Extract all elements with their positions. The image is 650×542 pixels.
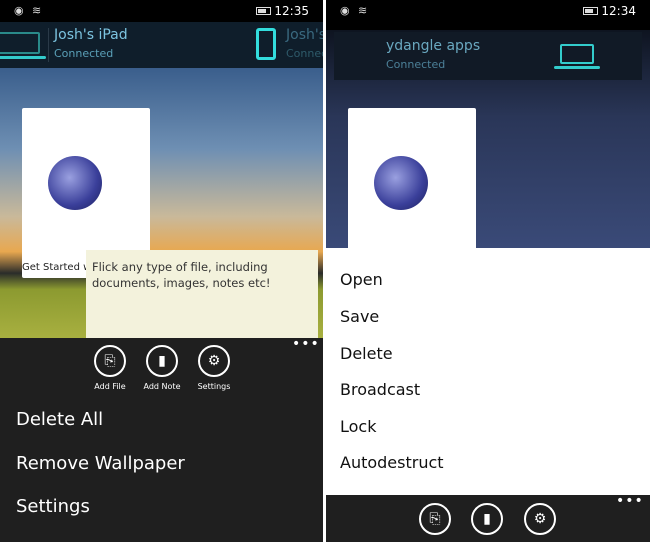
app-bar: ⎘ ▮ ⚙ ••• (326, 493, 650, 542)
menu-item-delete-all[interactable]: Delete All (16, 409, 103, 430)
menu-item-open[interactable]: Open (340, 270, 383, 289)
clock: 12:34 (601, 4, 636, 18)
add-file-button[interactable]: ⎘ (419, 503, 451, 535)
battery-icon (256, 7, 271, 15)
battery-charging-icon (583, 7, 598, 15)
menu-item-lock[interactable]: Lock (340, 417, 376, 436)
device-carousel[interactable]: Josh's iPad Connected Josh's Connected (0, 22, 323, 68)
context-menu: Open Save Delete Broadcast Lock Autodest… (326, 248, 650, 495)
status-bar: ◉ ≋ 12:35 (0, 0, 323, 22)
menu-item-autodestruct[interactable]: Autodestruct (340, 453, 444, 472)
device-status: Connected (54, 47, 114, 60)
settings-button[interactable]: ⚙ (524, 503, 556, 535)
clock: 12:35 (274, 4, 309, 18)
wifi-icon: ≋ (358, 4, 368, 17)
laptop-icon (0, 32, 46, 59)
add-file-icon: ⎘ (429, 511, 441, 527)
gear-icon: ⚙ (533, 511, 547, 527)
menu-item-save[interactable]: Save (340, 307, 379, 326)
add-note-button[interactable]: ▮ (146, 345, 178, 377)
device-item[interactable]: ydangle apps Connected (334, 32, 642, 80)
more-button[interactable]: ••• (292, 336, 320, 352)
more-button[interactable]: ••• (616, 493, 644, 509)
settings-label: Settings (197, 382, 231, 391)
settings-button[interactable]: ⚙ (198, 345, 230, 377)
device-name: Josh's (286, 27, 323, 43)
note-tile[interactable]: Flick any type of file, including docume… (86, 250, 318, 338)
phone-screen-right: ◉ ≋ 12:34 ydangle apps Connected Open Sa… (326, 0, 650, 542)
status-bar: ◉ ≋ 12:34 (326, 0, 650, 30)
device-name: Josh's iPad (54, 27, 128, 43)
file-caption: Get Started w (22, 262, 88, 273)
device-status: Connected (386, 58, 446, 71)
pen-document-icon (374, 156, 428, 210)
device-status: Connected (286, 47, 323, 60)
sync-icon: ◉ (14, 4, 24, 17)
menu-item-settings[interactable]: Settings (16, 496, 90, 517)
wifi-icon: ≋ (32, 4, 42, 17)
add-note-button[interactable]: ▮ (471, 503, 503, 535)
add-file-button[interactable]: ⎘ (94, 345, 126, 377)
note-icon: ▮ (483, 511, 491, 527)
menu-item-remove-wallpaper[interactable]: Remove Wallpaper (16, 453, 185, 474)
menu-item-delete[interactable]: Delete (340, 344, 393, 363)
app-bar: ⎘ Add File ▮ Add Note ⚙ Settings ••• (0, 336, 323, 400)
gear-icon: ⚙ (207, 353, 221, 369)
add-file-icon: ⎘ (104, 353, 116, 369)
tablet-icon (256, 28, 276, 60)
laptop-icon (554, 44, 600, 69)
phone-screen-left: ◉ ≋ 12:35 Josh's iPad Connected Josh's C… (0, 0, 323, 542)
add-note-label: Add Note (143, 382, 181, 391)
sync-icon: ◉ (340, 4, 350, 17)
device-name: ydangle apps (386, 38, 481, 54)
note-icon: ▮ (158, 353, 166, 369)
pen-document-icon (48, 156, 102, 210)
add-file-label: Add File (94, 382, 126, 391)
menu-item-broadcast[interactable]: Broadcast (340, 380, 420, 399)
